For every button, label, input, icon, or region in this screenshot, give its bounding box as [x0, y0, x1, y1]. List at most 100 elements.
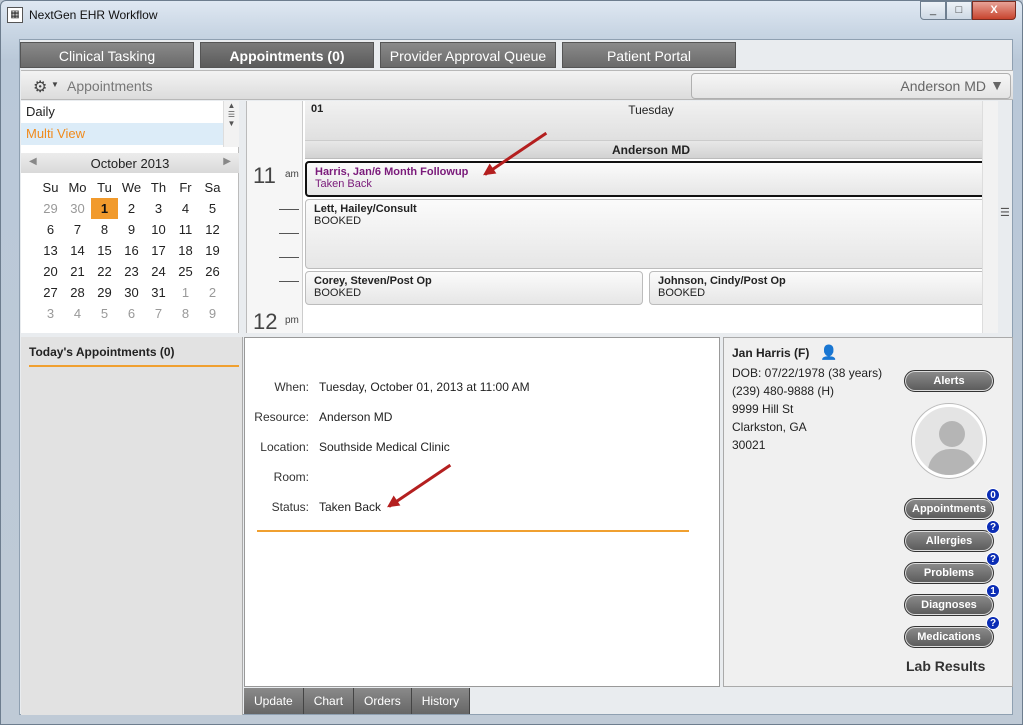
calendar-month: October 2013: [90, 156, 170, 171]
calendar-day[interactable]: 2: [118, 198, 145, 219]
date-header: 01 Tuesday: [305, 101, 997, 141]
calendar-day[interactable]: 7: [64, 219, 91, 240]
calendar-day[interactable]: 9: [199, 303, 226, 324]
room-label: Room:: [273, 470, 309, 484]
calendar-day[interactable]: 29: [91, 282, 118, 303]
tab-provider-approval-queue[interactable]: Provider Approval Queue: [380, 42, 556, 68]
hour-11: 11: [253, 163, 276, 188]
calendar-day[interactable]: 4: [172, 198, 199, 219]
appointment-detail: When: Tuesday, October 01, 2013 at 11:00…: [244, 337, 720, 687]
weekday-header: Su: [42, 180, 59, 195]
diagnoses-button[interactable]: Diagnoses: [904, 594, 994, 616]
window-title: NextGen EHR Workflow: [29, 8, 158, 22]
problems-button[interactable]: Problems: [904, 562, 994, 584]
calendar-day[interactable]: 28: [64, 282, 91, 303]
close-button[interactable]: X: [972, 1, 1016, 20]
calendar-day[interactable]: 6: [37, 219, 64, 240]
resource-header: Anderson MD: [305, 141, 997, 159]
calendar-day[interactable]: 6: [118, 303, 145, 324]
schedule-scrollbar[interactable]: [982, 101, 998, 333]
update-tab[interactable]: Update: [244, 688, 304, 714]
hour-12: 12: [253, 309, 278, 334]
calendar-day[interactable]: 11: [172, 219, 199, 240]
calendar-day[interactable]: 25: [172, 261, 199, 282]
calendar-day[interactable]: 13: [37, 240, 64, 261]
menu-icon[interactable]: ☰: [1000, 206, 1010, 219]
person-card-icon[interactable]: 👤: [820, 344, 837, 361]
calendar-day[interactable]: 20: [37, 261, 64, 282]
calendar-day[interactable]: 1: [172, 282, 199, 303]
chart-tab[interactable]: Chart: [303, 688, 355, 714]
medications-button[interactable]: Medications: [904, 626, 994, 648]
dropdown-arrow-icon[interactable]: ▼: [990, 77, 1004, 93]
chevron-down-icon[interactable]: ▼: [51, 80, 59, 89]
calendar-day[interactable]: 4: [64, 303, 91, 324]
view-daily[interactable]: Daily: [21, 101, 239, 123]
calendar-day[interactable]: 9: [118, 219, 145, 240]
calendar-day[interactable]: 3: [37, 303, 64, 324]
calendar-day[interactable]: 27: [37, 282, 64, 303]
gear-icon[interactable]: ⚙: [33, 77, 47, 97]
tab-appointments[interactable]: Appointments (0): [200, 42, 374, 68]
calendar-day[interactable]: 3: [145, 198, 172, 219]
view-multi[interactable]: Multi View: [21, 123, 239, 145]
resource-value: Anderson MD: [319, 410, 393, 424]
calendar-day[interactable]: 12: [199, 219, 226, 240]
calendar-day[interactable]: 21: [64, 261, 91, 282]
calendar-day[interactable]: 29: [37, 198, 64, 219]
resource-label: Resource:: [254, 410, 309, 424]
weekday-header: We: [121, 180, 142, 195]
time-tick: [279, 209, 299, 210]
appointment-block[interactable]: Corey, Steven/Post Op BOOKED: [305, 271, 643, 305]
appointment-status: BOOKED: [314, 215, 362, 227]
count-badge: ?: [986, 552, 1000, 566]
view-list-scrollbar[interactable]: ▲ ☰ ▼: [223, 101, 239, 147]
calendar-day[interactable]: 30: [64, 198, 91, 219]
calendar-day[interactable]: 10: [145, 219, 172, 240]
maximize-button[interactable]: □: [946, 1, 972, 20]
calendar-day[interactable]: 8: [91, 219, 118, 240]
tab-clinical-tasking[interactable]: Clinical Tasking: [20, 42, 194, 68]
calendar-day[interactable]: 16: [118, 240, 145, 261]
calendar-day[interactable]: 15: [91, 240, 118, 261]
time-tick: [279, 281, 299, 282]
lab-results-link[interactable]: Lab Results: [906, 658, 985, 674]
appointments-button[interactable]: Appointments: [904, 498, 994, 520]
time-column: 11 am 12 pm: [247, 101, 303, 334]
appointment-block[interactable]: Harris, Jan/6 Month Followup Taken Back: [305, 161, 987, 197]
mini-calendar: ◀ October 2013 ▶ Su Mo Tu We Th Fr Sa 29 30 1 2 3 4 5…: [21, 153, 239, 333]
allergies-button[interactable]: Allergies: [904, 530, 994, 552]
calendar-day[interactable]: 2: [199, 282, 226, 303]
calendar-day[interactable]: 1: [91, 198, 118, 219]
calendar-day[interactable]: 30: [118, 282, 145, 303]
calendar-day[interactable]: 26: [199, 261, 226, 282]
appointment-block[interactable]: Lett, Hailey/Consult BOOKED: [305, 199, 987, 269]
calendar-day[interactable]: 19: [199, 240, 226, 261]
orders-tab[interactable]: Orders: [354, 688, 412, 714]
calendar-day[interactable]: 18: [172, 240, 199, 261]
alerts-button[interactable]: Alerts: [904, 370, 994, 392]
calendar-day[interactable]: 5: [199, 198, 226, 219]
calendar-day[interactable]: 17: [145, 240, 172, 261]
calendar-day[interactable]: 24: [145, 261, 172, 282]
history-tab[interactable]: History: [411, 688, 471, 714]
next-month-icon[interactable]: ▶: [223, 156, 231, 167]
calendar-day[interactable]: 8: [172, 303, 199, 324]
tab-patient-portal[interactable]: Patient Portal: [562, 42, 736, 68]
top-tabs: Clinical Tasking Appointments (0) Provid…: [20, 42, 736, 70]
count-badge: ?: [986, 616, 1000, 630]
appointments-toolbar: ⚙ ▼ Appointments Anderson MD ▼: [21, 70, 1013, 100]
hour-12-ampm: pm: [285, 315, 299, 326]
calendar-day[interactable]: 23: [118, 261, 145, 282]
calendar-day[interactable]: 22: [91, 261, 118, 282]
provider-select[interactable]: Anderson MD ▼: [691, 73, 1011, 99]
calendar-day[interactable]: 5: [91, 303, 118, 324]
calendar-day[interactable]: 31: [145, 282, 172, 303]
appointment-name: Lett, Hailey/Consult: [314, 203, 417, 215]
calendar-day[interactable]: 7: [145, 303, 172, 324]
day-name: Tuesday: [628, 103, 674, 117]
appointment-block[interactable]: Johnson, Cindy/Post Op BOOKED: [649, 271, 987, 305]
calendar-day[interactable]: 14: [64, 240, 91, 261]
window-controls: _ □ X: [920, 1, 1016, 21]
minimize-button[interactable]: _: [920, 1, 946, 20]
